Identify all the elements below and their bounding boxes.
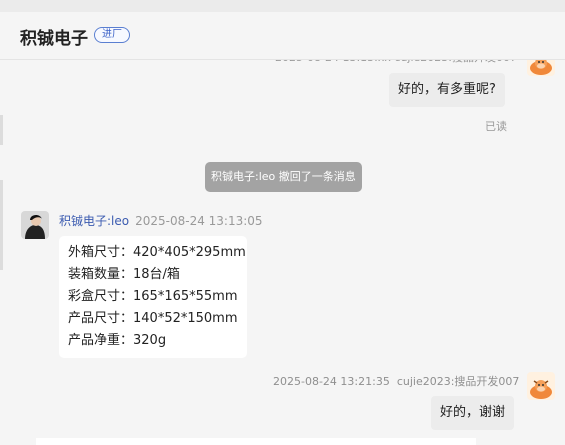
spec-line: 彩盒尺寸：165*165*55mm	[68, 289, 238, 304]
spec-line: 外箱尺寸：420*405*295mm	[68, 245, 246, 260]
self-avatar[interactable]	[527, 372, 555, 400]
message-time: 2025-08-24 13:21:35	[273, 375, 390, 388]
message-bubble[interactable]: 好的，有多重呢?	[389, 73, 505, 107]
message-meta: 2025-08-24 13:21:35 cujie2023:搜品开发007	[273, 373, 519, 389]
sender-name: cujie2023:搜品开发007	[396, 375, 520, 388]
message-header: 积铖电子:leo 2025-08-24 13:13:05	[59, 212, 263, 229]
status-badge[interactable]: 进厂	[94, 27, 130, 43]
chat-title[interactable]: 积铖电子	[20, 24, 88, 49]
read-status: 已读	[485, 120, 507, 133]
recall-notice: 积铖电子:leo 撤回了一条消息	[205, 162, 362, 192]
chat-window: 积铖电子 进厂 2025-08-24 13:13:xx cujie2023:搜品…	[0, 0, 565, 445]
contact-avatar[interactable]	[21, 211, 49, 239]
next-message-edge	[36, 438, 476, 445]
cartoon-cow-avatar-icon	[527, 372, 555, 400]
chat-header: 积铖电子 进厂	[0, 10, 565, 60]
person-photo-avatar-icon	[21, 211, 49, 239]
spec-line: 产品净重：320g	[68, 333, 167, 348]
message-list[interactable]: 2025-08-24 13:13:xx cujie2023:搜品开发007 好的…	[0, 40, 565, 445]
spec-message-bubble[interactable]: 外箱尺寸：420*405*295mm 装箱数量：18台/箱 彩盒尺寸：165*1…	[59, 236, 247, 358]
message-time: 2025-08-24 13:13:05	[135, 214, 263, 228]
sender-name[interactable]: 积铖电子:leo	[59, 214, 129, 228]
window-top-strip	[0, 0, 565, 12]
spec-line: 产品尺寸：140*52*150mm	[68, 311, 238, 326]
spec-line: 装箱数量：18台/箱	[68, 267, 180, 282]
message-bubble[interactable]: 好的，谢谢	[431, 396, 515, 430]
